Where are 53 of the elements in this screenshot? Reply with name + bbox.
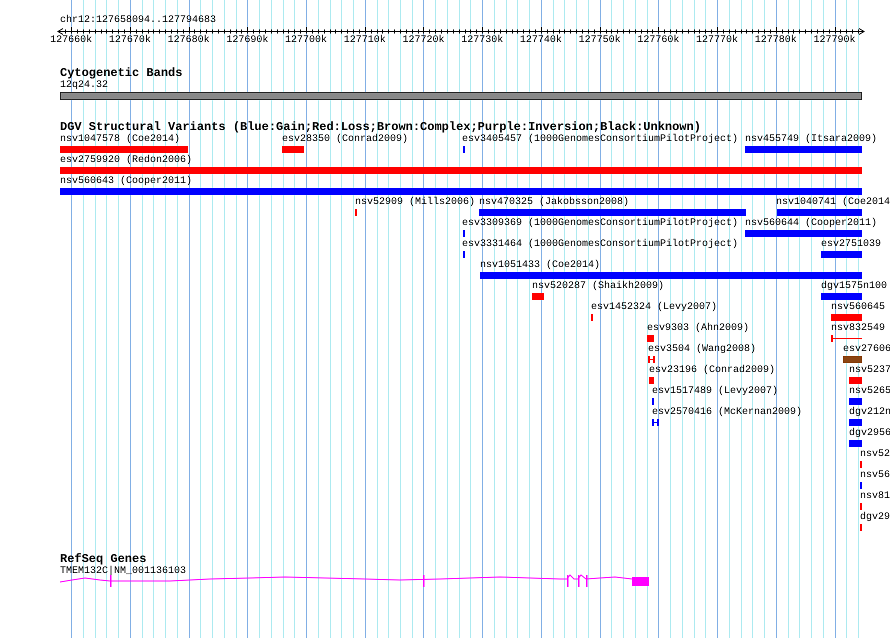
variant-label: nsv560643 (Cooper2011) (60, 176, 192, 188)
band-label: 12q24.32 (60, 80, 108, 92)
variant-label: nsv1051433 (Coe2014) (480, 260, 600, 272)
tick-label: 127730k (461, 35, 504, 47)
tick-label: 127780k (754, 35, 797, 47)
variant-label: esv23196 (Conrad2009) (649, 365, 776, 377)
variant-label: dgv1575n100 (821, 281, 888, 293)
variant-label: dgv212n (849, 407, 890, 419)
variant-label: nsv52 (860, 449, 890, 461)
track-title: DGV Structural Variants (Blue:Gain;Red:Loss;Brown:Complex;Purple:Inversion;Black:Unknown) (60, 120, 701, 134)
tick-label: 127700k (285, 35, 328, 47)
variant-label: esv3331464 (1000GenomesConsortiumPilotProject) (462, 239, 738, 251)
variant-label: nsv5265 (849, 386, 890, 398)
position-label: chr12:127658094..127794683 (60, 15, 216, 27)
variant-label: dgv29 (860, 512, 890, 524)
tick-label: 127750k (578, 35, 621, 47)
tick-label: 127770k (696, 35, 738, 47)
variant-label: esv1452324 (Levy2007) (591, 302, 718, 314)
gene-label: TMEM132C|NM_001136103 (60, 566, 186, 578)
tick-label: 127740k (520, 35, 562, 47)
variant-label: esv2570416 (McKernan2009) (652, 407, 802, 419)
variant-label: nsv56 (860, 470, 890, 482)
variant-label: nsv560644 (Cooper2011) (745, 218, 878, 230)
variant-label: nsv1047578 (Coe2014) (60, 134, 180, 146)
variant-label: esv3504 (Wang2008) (648, 344, 756, 356)
tick-label: 127790k (814, 35, 856, 47)
variant-label: nsv5237 (849, 365, 890, 377)
track-title: Cytogenetic Bands (60, 66, 182, 80)
variant-label: esv3309369 (1000GenomesConsortiumPilotProject) (462, 218, 738, 230)
variant-label: nsv1040741 (Coe2014 (776, 197, 890, 209)
variant-label: nsv52909 (Mills2006) (355, 197, 476, 209)
tick-label: 127720k (402, 35, 444, 47)
variant-label: esv2751039 (821, 239, 882, 251)
variant-label: nsv560645 (831, 302, 886, 314)
tick-label: 127670k (108, 35, 151, 47)
tick-label: 127760k (637, 35, 680, 47)
variant-label: nsv455749 (Itsara2009) (745, 134, 878, 146)
variant-label: esv9303 (Ahn2009) (647, 323, 750, 335)
tick-label: 127680k (168, 35, 210, 47)
variant-label: nsv81 (860, 491, 890, 503)
variant-label: esv3405457 (1000GenomesConsortiumPilotProject) (462, 134, 738, 146)
variant-label: nsv520287 (Shaikh2009) (532, 281, 664, 293)
variant-label: esv28350 (Conrad2009) (282, 134, 408, 146)
tick-label: 127690k (226, 35, 268, 47)
tick-label: 127660k (50, 35, 92, 47)
variant-label: esv27606 (843, 344, 890, 356)
variant-label: esv2759920 (Redon2006) (60, 155, 192, 167)
variant-label: nsv832549 (831, 323, 886, 335)
tick-label: 127710k (344, 35, 386, 47)
track-title: RefSeq Genes (60, 552, 146, 566)
variant-label: nsv470325 (Jakobsson2008) (479, 197, 630, 209)
variant-label: dgv2956 (849, 428, 890, 440)
variant-label: esv1517489 (Levy2007) (652, 386, 778, 398)
